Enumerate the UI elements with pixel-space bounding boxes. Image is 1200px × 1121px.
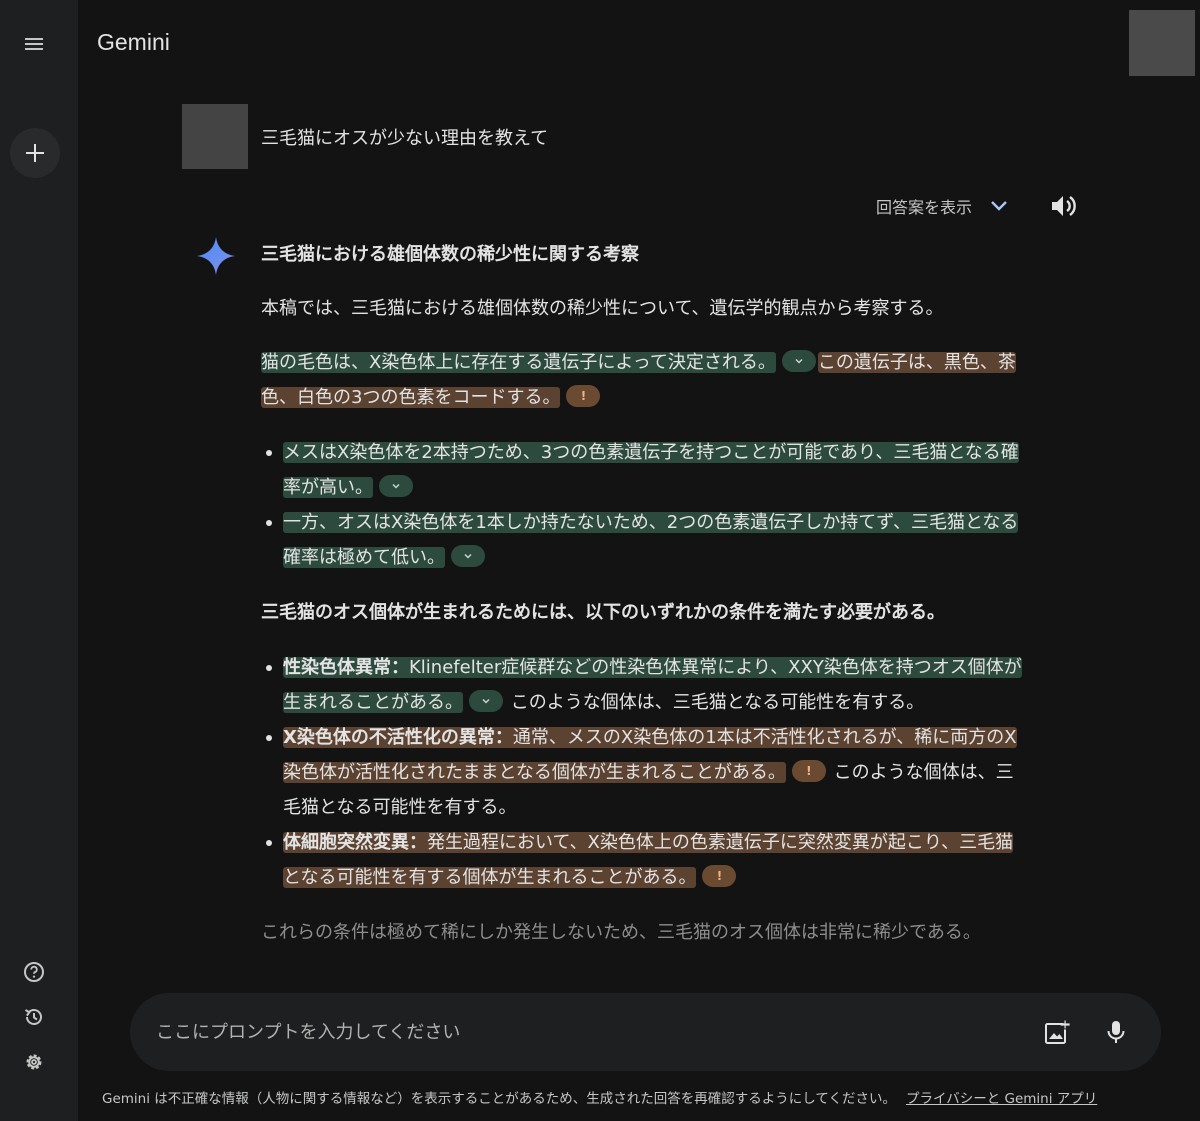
double-check-expand-chip[interactable] <box>781 350 816 372</box>
response-title: 三毛猫における雄個体数の稀少性に関する考察 <box>261 244 639 265</box>
exclamation-icon: ! <box>806 764 812 778</box>
app-title: Gemini <box>97 29 170 55</box>
plus-icon <box>26 144 44 162</box>
chevron-down-icon <box>482 698 490 704</box>
double-check-expand-chip[interactable] <box>451 545 485 567</box>
new-chat-button[interactable] <box>10 128 60 178</box>
prompt-input-bar <box>130 993 1161 1071</box>
list-item: 一方、オスはX染色体を1本しか持たないため、2つの色素遺伝子しか持てず、三毛猫と… <box>261 505 1026 575</box>
user-message: 三毛猫にオスが少ない理由を教えて <box>182 104 548 169</box>
double-check-warning-chip[interactable]: ! <box>566 385 601 407</box>
condition-term: 体細胞突然変異： <box>283 832 427 853</box>
user-prompt-text: 三毛猫にオスが少ない理由を教えて <box>261 127 549 149</box>
privacy-link[interactable]: プライバシーと Gemini アプリ <box>906 1091 1097 1107</box>
conditions-heading: 三毛猫のオス個体が生まれるためには、以下のいずれかの条件を満たす必要がある。 <box>261 602 945 623</box>
activity-button[interactable] <box>14 997 54 1037</box>
help-icon <box>24 962 44 982</box>
show-drafts-label: 回答案を表示 <box>876 198 973 217</box>
exclamation-icon: ! <box>716 869 723 883</box>
list-item: メスはX染色体を2本持つため、3つの色素遺伝子を持つことが可能であり、三毛猫とな… <box>261 435 1026 505</box>
condition-term: 性染色体異常： <box>283 657 409 678</box>
list-item: 性染色体異常：Klinefelter症候群などの性染色体異常により、XXY染色体… <box>261 650 1026 720</box>
verified-highlight[interactable]: 猫の毛色は、X染色体上に存在する遺伝子によって決定される。 <box>261 352 776 373</box>
main-menu-button[interactable] <box>14 24 54 64</box>
double-check-expand-chip[interactable] <box>469 690 503 712</box>
sidebar <box>0 0 78 1121</box>
disclaimer: Gemini は不正確な情報（人物に関する情報など）を表示することがあるため、生… <box>102 1087 1097 1107</box>
help-button[interactable] <box>14 952 54 992</box>
list-item: X染色体の不活性化の異常：通常、メスのX染色体の1本は不活性化されるが、稀に両方… <box>261 720 1026 825</box>
condition-after: このような個体は、三毛猫となる可能性を有する。 <box>510 692 925 713</box>
add-image-icon[interactable] <box>1042 1017 1072 1047</box>
model-response: 三毛猫における雄個体数の稀少性に関する考察 本稿では、三毛猫における雄個体数の稀… <box>261 240 1026 950</box>
list-item: 体細胞突然変異：発生過程において、X染色体上の色素遺伝子に突然変異が起こり、三毛… <box>261 825 1026 895</box>
settings-button[interactable] <box>14 1042 54 1082</box>
chevron-down-icon <box>991 201 1007 211</box>
hamburger-menu-icon <box>25 38 43 50</box>
verified-highlight[interactable]: 一方、オスはX染色体を1本しか持たないため、2つの色素遺伝子しか持てず、三毛猫と… <box>283 512 1019 568</box>
double-check-warning-chip[interactable]: ! <box>791 760 826 782</box>
user-avatar <box>182 104 248 169</box>
chevron-down-icon <box>464 553 472 559</box>
chevron-down-icon <box>795 358 803 364</box>
show-drafts-button[interactable]: 回答案を表示 <box>876 192 1008 220</box>
exclamation-icon: ! <box>580 389 587 403</box>
unverified-highlight[interactable]: 体細胞突然変異：発生過程において、X染色体上の色素遺伝子に突然変異が起こり、三毛… <box>283 832 1014 888</box>
disclaimer-text: Gemini は不正確な情報（人物に関する情報など）を表示することがあるため、生… <box>102 1091 896 1107</box>
condition-term: X染色体の不活性化の異常： <box>283 727 513 748</box>
microphone-icon[interactable] <box>1101 1017 1131 1047</box>
double-check-expand-chip[interactable] <box>379 475 413 497</box>
response-paragraph: 猫の毛色は、X染色体上に存在する遺伝子によって決定される。 この遺伝子は、黒色、茶… <box>261 345 1026 415</box>
response-intro: 本稿では、三毛猫における雄個体数の稀少性について、遺伝学的観点から考察する。 <box>261 298 944 319</box>
settings-icon <box>26 1054 42 1070</box>
history-icon <box>24 1009 42 1025</box>
double-check-warning-chip[interactable]: ! <box>702 865 737 887</box>
account-avatar[interactable] <box>1129 10 1195 76</box>
conditions-list: 性染色体異常：Klinefelter症候群などの性染色体異常により、XXY染色体… <box>261 650 1026 895</box>
response-conclusion: これらの条件は極めて稀にしか発生しないため、三毛猫のオス個体は非常に稀少である。 <box>261 922 981 943</box>
female-male-list: メスはX染色体を2本持つため、3つの色素遺伝子を持つことが可能であり、三毛猫とな… <box>261 435 1026 575</box>
prompt-input[interactable] <box>156 1015 1016 1049</box>
chevron-down-icon <box>392 483 400 489</box>
gemini-sparkle-icon <box>197 237 235 275</box>
read-aloud-icon[interactable] <box>1047 190 1079 222</box>
